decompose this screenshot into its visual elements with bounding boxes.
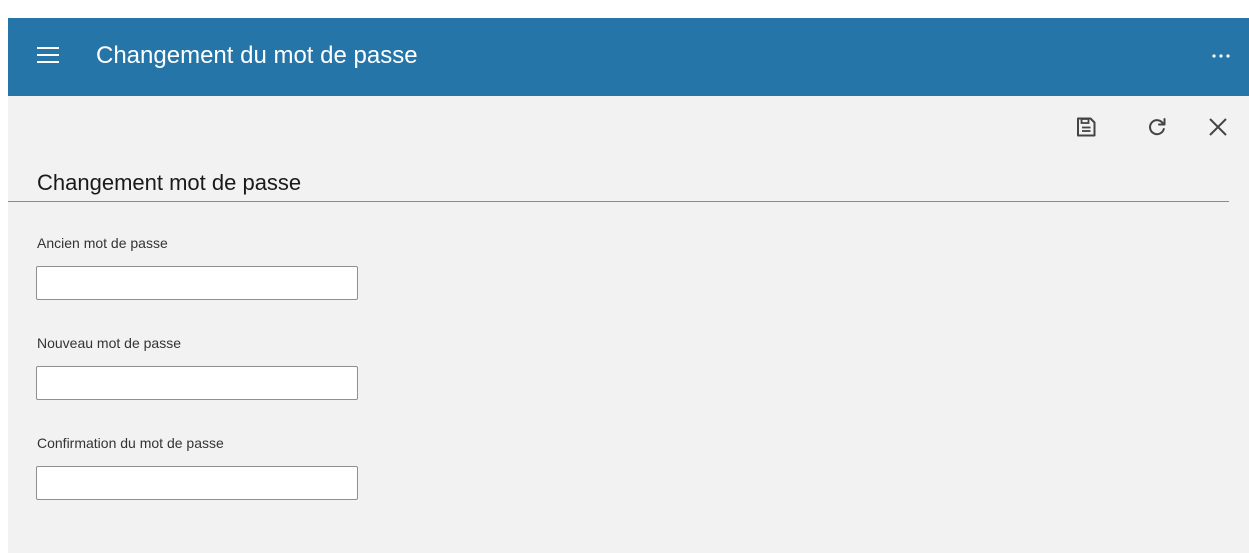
save-button[interactable]: [1074, 115, 1098, 139]
refresh-icon: [1145, 115, 1169, 139]
save-icon: [1074, 115, 1098, 139]
page-title: Changement du mot de passe: [96, 42, 418, 69]
hamburger-menu-icon[interactable]: [37, 43, 61, 67]
old-password-field[interactable]: [36, 266, 358, 300]
more-horizontal-icon[interactable]: [1209, 44, 1233, 68]
old-password-label: Ancien mot de passe: [37, 235, 168, 251]
new-password-label: Nouveau mot de passe: [37, 335, 181, 351]
close-button[interactable]: [1206, 115, 1230, 139]
new-password-field[interactable]: [36, 366, 358, 400]
app-bar: Changement du mot de passe: [8, 18, 1249, 96]
app-window: Changement du mot de passe Changement mo…: [8, 18, 1249, 553]
section-title: Changement mot de passe: [37, 170, 302, 195]
close-icon: [1206, 115, 1230, 139]
confirm-password-field[interactable]: [36, 466, 358, 500]
refresh-button[interactable]: [1145, 115, 1169, 139]
section-divider: [8, 201, 1229, 202]
confirm-password-label: Confirmation du mot de passe: [37, 435, 224, 451]
